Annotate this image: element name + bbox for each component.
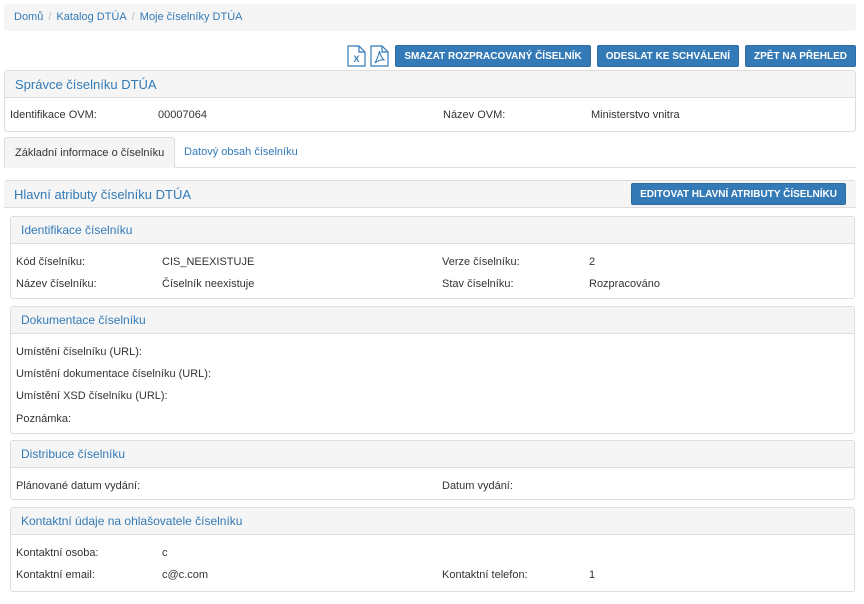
submit-for-approval-button[interactable]: ODESLAT KE SCHVÁLENÍ — [596, 45, 740, 67]
xsd-url-label: Umístění XSD číselníku (URL): — [16, 390, 168, 402]
contact-person-value: c — [162, 547, 168, 559]
ovm-name-label: Název OVM: — [443, 109, 506, 121]
main-attributes-title: Hlavní atributy číselníku DTÚA — [14, 187, 192, 202]
admin-panel: Správce číselníku DTÚA Identifikace OVM:… — [4, 70, 856, 132]
state-label: Stav číselníku: — [442, 278, 514, 290]
ovm-name-value: Ministerstvo vnitra — [591, 109, 680, 121]
contact-email-label: Kontaktní email: — [16, 569, 95, 581]
ovm-id-label: Identifikace OVM: — [10, 109, 97, 121]
release-date-label: Datum vydání: — [442, 480, 513, 492]
delete-draft-button[interactable]: SMAZAT ROZPRACOVANÝ ČÍSELNÍK — [395, 45, 591, 67]
contact-phone-label: Kontaktní telefon: — [442, 569, 528, 581]
pdf-export-icon[interactable] — [370, 45, 389, 67]
contact-phone-value: 1 — [589, 569, 596, 581]
planned-release-date-label: Plánované datum vydání: — [16, 480, 141, 492]
documentation-title: Dokumentace číselníku — [11, 307, 854, 334]
edit-main-attributes-button[interactable]: EDITOVAT HLAVNÍ ATRIBUTY ČÍSELNÍKU — [631, 183, 846, 205]
main-attributes-panel: Hlavní atributy číselníku DTÚA EDITOVAT … — [4, 180, 856, 600]
version-label: Verze číselníku: — [442, 256, 520, 268]
contact-section: Kontaktní údaje na ohlašovatele číselník… — [10, 507, 855, 592]
identification-title: Identifikace číselníku — [11, 217, 854, 244]
identification-section: Identifikace číselníku Kód číselníku: CI… — [10, 216, 855, 299]
breadcrumb-my-codelists-link[interactable]: Moje číselníky DTÚA — [140, 11, 243, 23]
contact-email-value: c@c.com — [162, 569, 209, 581]
distribution-section: Distribuce číselníku Plánované datum vyd… — [10, 440, 855, 500]
tab-basic-info[interactable]: Základní informace o číselníku — [4, 137, 176, 168]
code-value: CIS_NEEXISTUJE — [162, 256, 255, 268]
distribution-title: Distribuce číselníku — [11, 441, 854, 468]
toolbar: X SMAZAT ROZPRACOVANÝ ČÍSELNÍK ODESLAT K… — [347, 45, 856, 67]
breadcrumb-catalog-link[interactable]: Katalog DTÚA — [56, 11, 126, 23]
back-to-overview-button[interactable]: ZPĚT NA PŘEHLED — [745, 45, 856, 67]
documentation-url-label: Umístění dokumentace číselníku (URL): — [16, 368, 212, 380]
documentation-section: Dokumentace číselníku Umístění číselníku… — [10, 306, 855, 434]
codelist-url-label: Umístění číselníku (URL): — [16, 346, 142, 358]
excel-export-icon[interactable]: X — [347, 45, 366, 67]
codelist-name-label: Název číselníku: — [16, 278, 97, 290]
version-value: 2 — [589, 256, 596, 268]
admin-panel-heading: Správce číselníku DTÚA — [5, 71, 855, 98]
state-value: Rozpracováno — [589, 278, 660, 290]
code-label: Kód číselníku: — [16, 256, 86, 268]
admin-panel-title: Správce číselníku DTÚA — [15, 76, 157, 92]
breadcrumb: Domů / Katalog DTÚA / Moje číselníky DTÚA — [4, 4, 856, 31]
tab-bar: Základní informace o číselníku Datový ob… — [4, 137, 856, 168]
breadcrumb-home-link[interactable]: Domů — [14, 11, 43, 23]
breadcrumb-separator: / — [48, 11, 52, 23]
contact-person-label: Kontaktní osoba: — [16, 547, 99, 559]
tab-data-content[interactable]: Datový obsah číselníku — [174, 137, 308, 168]
main-attributes-heading: Hlavní atributy číselníku DTÚA EDITOVAT … — [4, 181, 856, 208]
contact-title: Kontaktní údaje na ohlašovatele číselník… — [11, 508, 854, 535]
breadcrumb-separator: / — [131, 11, 135, 23]
note-label: Poznámka: — [16, 413, 72, 425]
excel-icon-letter: X — [354, 54, 360, 64]
ovm-id-value: 00007064 — [158, 109, 207, 121]
codelist-name-value: Číselník neexistuje — [162, 278, 255, 290]
